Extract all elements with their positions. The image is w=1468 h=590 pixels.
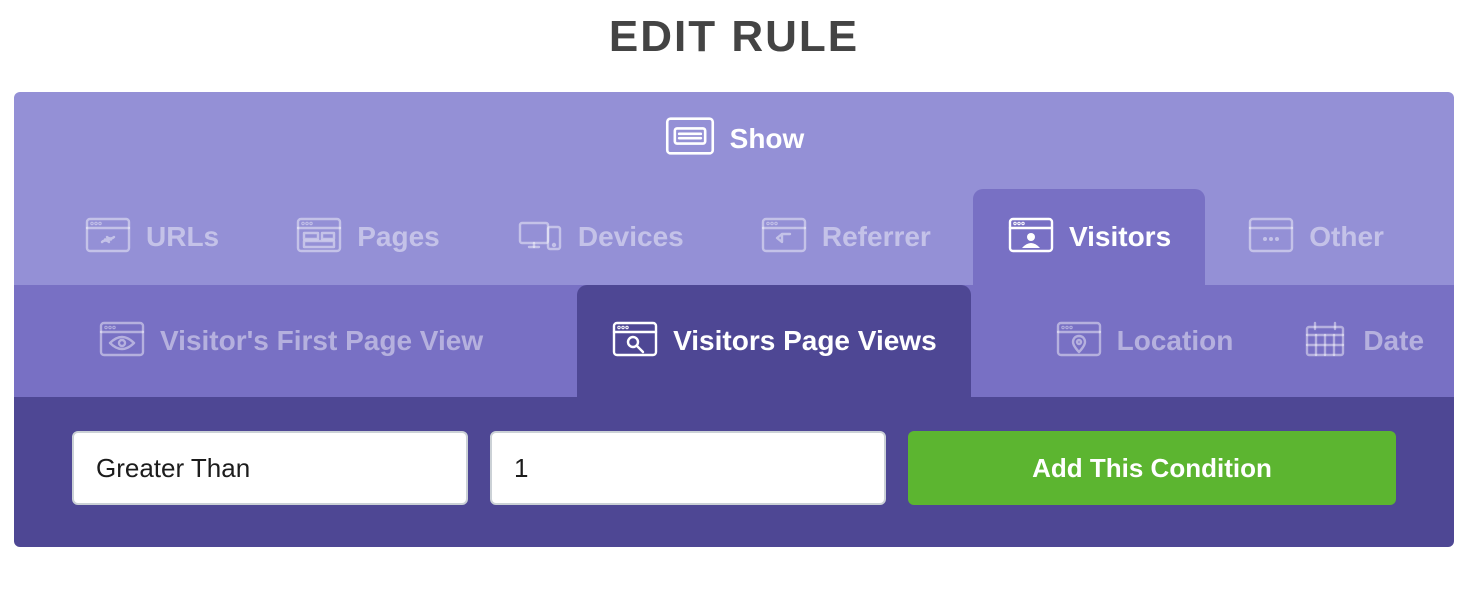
subtab-label: Location: [1117, 325, 1234, 357]
tab-devices[interactable]: Devices: [482, 189, 718, 285]
subtab-label: Date: [1363, 325, 1424, 357]
rule-panel: Show URLs: [14, 92, 1454, 547]
tab-label: Referrer: [822, 221, 931, 253]
tab-label: Visitors: [1069, 221, 1171, 253]
tab-label: Other: [1309, 221, 1384, 253]
tab-label: URLs: [146, 221, 219, 253]
subtab-label: Visitors Page Views: [673, 325, 937, 357]
devices-icon: [516, 215, 564, 260]
show-row: Show: [14, 92, 1454, 189]
browser-link-icon: [84, 215, 132, 260]
sub-tabs: Visitor's First Page View Visitors Page …: [14, 285, 1454, 397]
tab-visitors[interactable]: Visitors: [973, 189, 1205, 285]
search-browser-icon: [611, 319, 659, 364]
eye-browser-icon: [98, 319, 146, 364]
show-label: Show: [730, 123, 805, 155]
tab-other[interactable]: Other: [1213, 189, 1418, 285]
add-condition-button[interactable]: Add This Condition: [908, 431, 1396, 505]
subtab-date[interactable]: Date: [1267, 285, 1454, 397]
primary-tabs: URLs Pages: [14, 189, 1454, 285]
browser-layout-icon: [295, 215, 343, 260]
tab-label: Devices: [578, 221, 684, 253]
calendar-icon: [1301, 319, 1349, 364]
subtab-location[interactable]: Location: [1021, 285, 1268, 397]
location-browser-icon: [1055, 319, 1103, 364]
subtab-label: Visitor's First Page View: [160, 325, 483, 357]
other-icon: [1247, 215, 1295, 260]
tab-label: Pages: [357, 221, 440, 253]
tab-referrer[interactable]: Referrer: [726, 189, 965, 285]
condition-row: Greater Than Add This Condition: [14, 397, 1454, 547]
referrer-icon: [760, 215, 808, 260]
tab-urls[interactable]: URLs: [50, 189, 253, 285]
comparator-select[interactable]: Greater Than: [72, 431, 468, 505]
tab-pages[interactable]: Pages: [261, 189, 474, 285]
comparator-value: Greater Than: [96, 453, 250, 484]
threshold-input-wrapper: [490, 431, 886, 505]
show-icon: [664, 114, 716, 163]
threshold-input[interactable]: [514, 433, 862, 503]
visitors-icon: [1007, 215, 1055, 260]
subtab-page-views[interactable]: Visitors Page Views: [577, 285, 971, 397]
subtab-first-page-view[interactable]: Visitor's First Page View: [64, 285, 517, 397]
page-title: EDIT RULE: [14, 0, 1454, 92]
